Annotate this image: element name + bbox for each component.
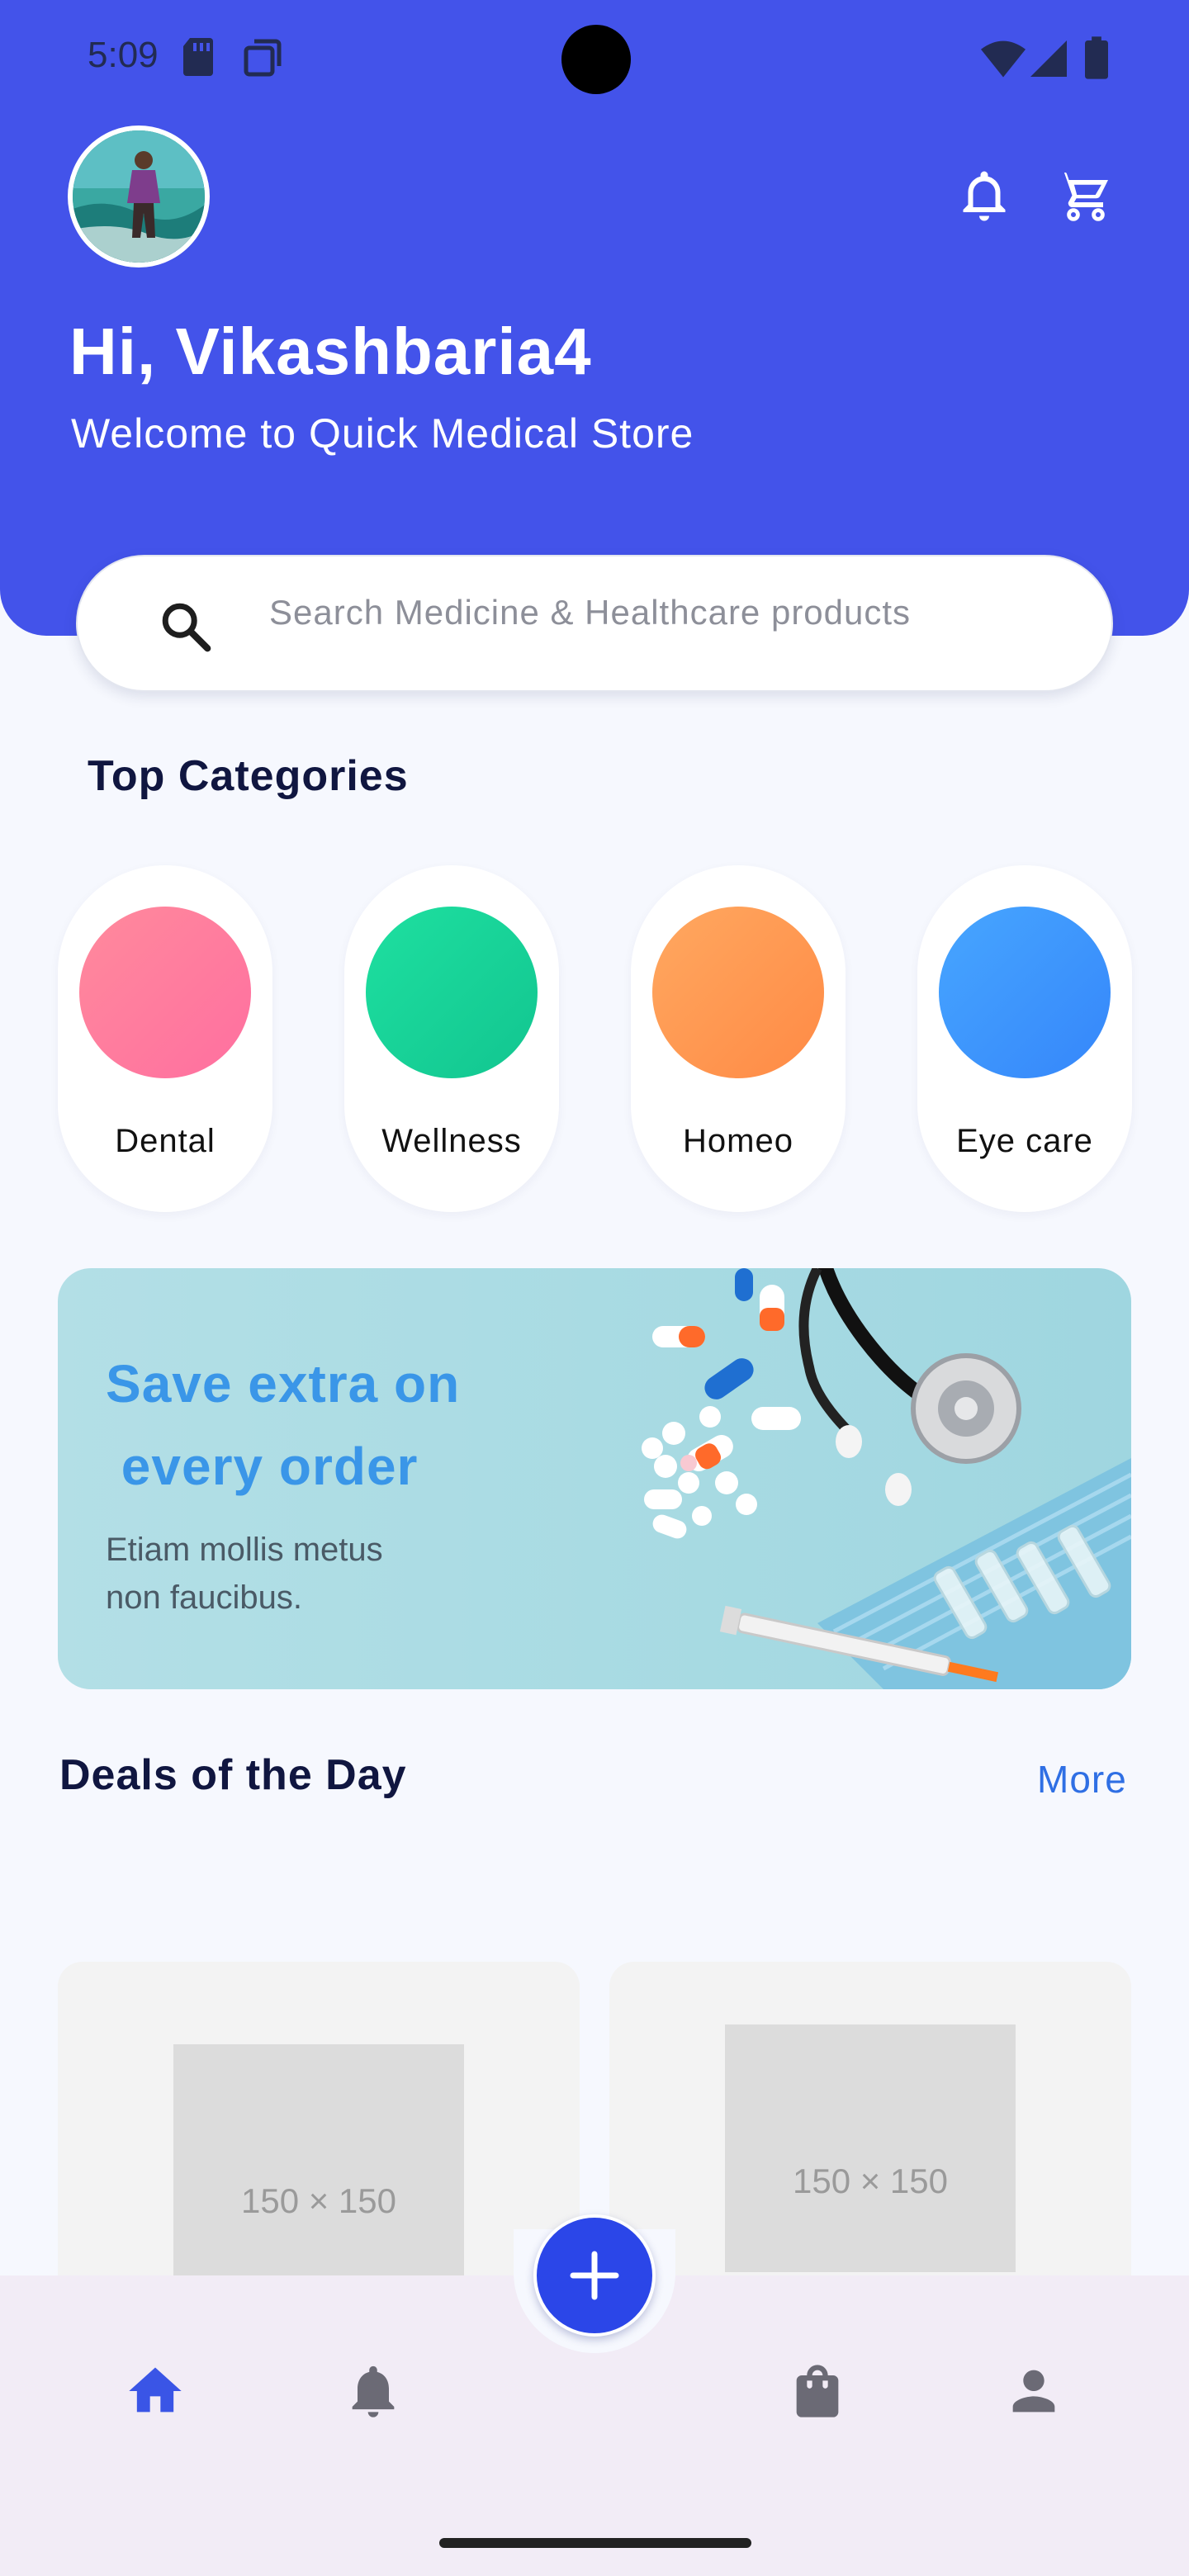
category-label: Dental — [115, 1123, 216, 1159]
wifi-icon — [981, 40, 1026, 78]
avatar[interactable] — [68, 125, 210, 268]
avatar-photo — [73, 130, 205, 263]
category-eye-care-image — [939, 907, 1111, 1078]
category-dental-image — [79, 907, 251, 1078]
product-image-placeholder: 150 × 150 — [173, 2044, 464, 2292]
category-wellness-image — [366, 907, 538, 1078]
category-card-homeo[interactable]: Homeo — [631, 865, 846, 1212]
deals-title: Deals of the Day — [59, 1751, 407, 1799]
screenshot-icon — [244, 39, 282, 77]
signal-icon — [1030, 40, 1067, 77]
top-categories-title: Top Categories — [88, 752, 409, 800]
plus-icon — [570, 2251, 619, 2300]
cart-icon[interactable] — [1054, 165, 1113, 225]
category-label: Homeo — [683, 1123, 793, 1159]
shopping-bag-icon[interactable] — [786, 2360, 849, 2422]
battery-icon — [1085, 36, 1108, 79]
category-label: Eye care — [956, 1123, 1093, 1159]
greeting-title: Hi, Vikashbaria4 — [69, 315, 592, 388]
placeholder-label: 150 × 150 — [240, 2181, 396, 2220]
deal-card[interactable]: 150 × 150 — [58, 1962, 580, 2308]
banner-subtitle: Etiam mollis metus non faucibus. — [106, 1526, 486, 1622]
gesture-home-bar[interactable] — [439, 2538, 751, 2548]
medical-supplies-illustration — [642, 1268, 1131, 1689]
category-label: Wellness — [381, 1123, 522, 1159]
camera-cutout — [561, 25, 631, 94]
banner-title: Save extra on every order — [106, 1342, 460, 1508]
home-icon[interactable] — [124, 2360, 187, 2422]
welcome-subtitle: Welcome to Quick Medical Store — [71, 410, 694, 457]
status-time: 5:09 — [88, 35, 159, 75]
product-image-placeholder: 150 × 150 — [725, 2024, 1016, 2272]
banner-title-line1: Save extra on — [106, 1354, 461, 1413]
category-homeo-image — [652, 907, 824, 1078]
status-bar: 5:09 — [0, 0, 1189, 116]
bell-icon[interactable] — [955, 165, 1014, 225]
sd-card-icon — [183, 38, 213, 76]
person-icon[interactable] — [1002, 2360, 1065, 2422]
promo-banner[interactable]: Save extra on every order Etiam mollis m… — [58, 1268, 1131, 1689]
search-icon — [162, 603, 211, 652]
more-link[interactable]: More — [1037, 1757, 1127, 1802]
deal-card[interactable]: 150 × 150 — [609, 1962, 1131, 2308]
search-input[interactable]: Search Medicine & Healthcare products — [269, 593, 911, 632]
category-card-eye-care[interactable]: Eye care — [917, 865, 1132, 1212]
category-card-dental[interactable]: Dental — [58, 865, 272, 1212]
placeholder-label: 150 × 150 — [792, 2162, 948, 2200]
banner-subtitle-line1: Etiam mollis metus — [106, 1532, 383, 1568]
add-fab-button[interactable] — [533, 2214, 656, 2337]
banner-title-line2: every order — [106, 1437, 419, 1496]
search-bar[interactable]: Search Medicine & Healthcare products — [76, 555, 1113, 692]
banner-subtitle-line2: non faucibus. — [106, 1579, 302, 1616]
category-card-wellness[interactable]: Wellness — [344, 865, 559, 1212]
bell-icon[interactable] — [342, 2360, 405, 2422]
